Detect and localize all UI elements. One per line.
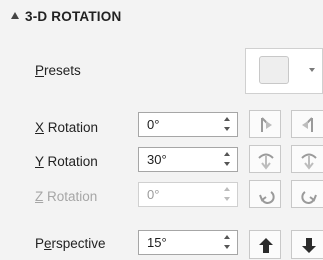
z-rotation-decrement bbox=[224, 197, 230, 201]
perspective-label: Perspective bbox=[35, 236, 106, 251]
y-rotation-decrement[interactable] bbox=[224, 162, 230, 166]
rotate-counterclockwise-button[interactable] bbox=[249, 180, 281, 208]
perspective-increment[interactable] bbox=[224, 235, 230, 239]
x-rotation-decrement[interactable] bbox=[224, 127, 230, 131]
perspective-decrement[interactable] bbox=[224, 245, 230, 249]
rotate-down-button[interactable] bbox=[291, 145, 323, 173]
z-rotation-increment bbox=[224, 187, 230, 191]
collapse-arrow-icon[interactable] bbox=[11, 12, 19, 19]
y-rotation-increment[interactable] bbox=[224, 152, 230, 156]
rotate-clockwise-button[interactable] bbox=[291, 180, 323, 208]
increase-perspective-button[interactable] bbox=[249, 230, 281, 259]
chevron-down-icon bbox=[309, 68, 315, 72]
decrease-perspective-button[interactable] bbox=[291, 230, 323, 259]
y-rotation-label: Y Rotation bbox=[35, 154, 98, 169]
perspective-value: 15° bbox=[147, 235, 167, 250]
section-title[interactable]: 3-D ROTATION bbox=[25, 9, 121, 24]
z-rotation-label: Z Rotation bbox=[35, 189, 98, 204]
z-rotation-value: 0° bbox=[147, 187, 160, 202]
preset-swatch bbox=[259, 56, 289, 84]
rotate-up-button[interactable] bbox=[249, 145, 281, 173]
y-rotation-value: 30° bbox=[147, 152, 167, 167]
rotate-right-button[interactable] bbox=[291, 110, 323, 138]
x-rotation-label: X Rotation bbox=[35, 120, 99, 135]
x-rotation-increment[interactable] bbox=[224, 117, 230, 121]
rotate-left-button[interactable] bbox=[249, 110, 281, 138]
presets-label: Presets bbox=[35, 63, 81, 78]
x-rotation-value: 0° bbox=[147, 117, 160, 132]
